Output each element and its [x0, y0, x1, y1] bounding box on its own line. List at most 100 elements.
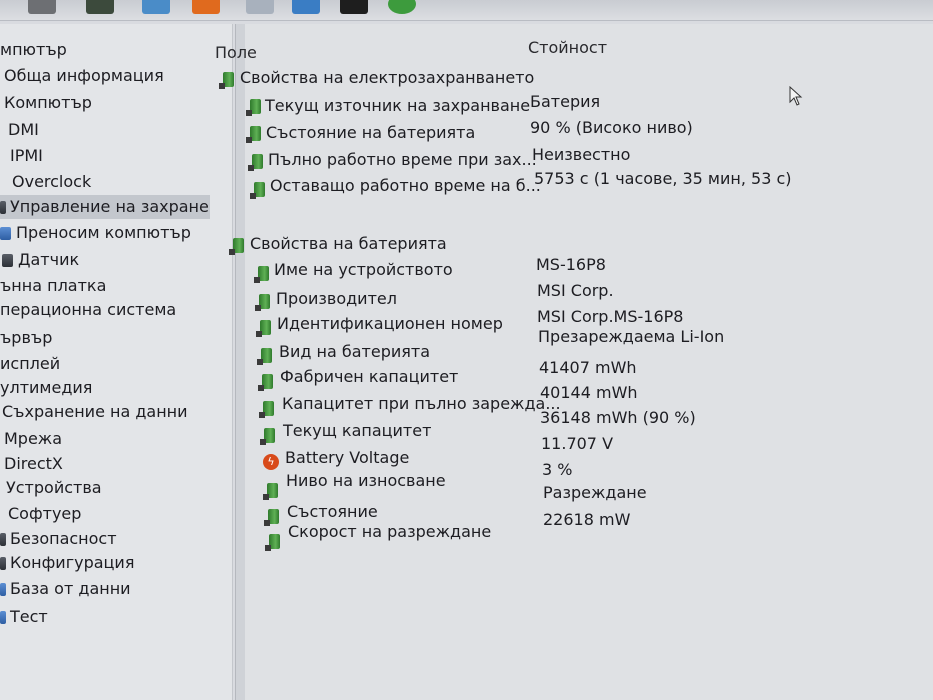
sidebar-item[interactable]: Компютър — [4, 91, 92, 115]
sidebar-item[interactable]: Софтуер — [8, 502, 81, 526]
field-label[interactable]: Оставащо работно време на б... — [270, 176, 541, 195]
toolbar-icon[interactable] — [192, 0, 220, 14]
battery-icon — [229, 238, 244, 255]
power-icon — [0, 201, 6, 214]
sidebar-item[interactable]: Конфигурация — [0, 551, 134, 575]
field-value: 11.707 V — [541, 434, 614, 453]
field-value: 3 % — [542, 460, 573, 479]
database-icon — [0, 583, 6, 596]
field-value: 40144 mWh — [540, 383, 638, 402]
column-header-value[interactable]: Стойност — [528, 38, 607, 57]
sidebar-item[interactable]: Преносим компютър — [0, 221, 191, 245]
voltage-icon: ϟ — [263, 454, 279, 470]
field-label[interactable]: Капацитет при пълно зарежда... — [282, 394, 561, 413]
toolbar — [0, 0, 933, 21]
column-header-field[interactable]: Поле — [215, 43, 257, 62]
sidebar-item[interactable]: DMI — [8, 118, 39, 142]
sidebar-item-label: База от данни — [10, 579, 131, 598]
security-icon — [0, 533, 6, 546]
sidebar-item-label: перационна система — [0, 300, 177, 319]
battery-icon — [246, 126, 261, 143]
battery-icon — [246, 99, 261, 116]
field-label[interactable]: Текущ капацитет — [283, 421, 431, 440]
battery-icon — [256, 320, 271, 337]
sidebar-item-label: Компютър — [4, 93, 92, 112]
sidebar-item[interactable]: Съхранение на данни — [2, 400, 188, 424]
sidebar-item[interactable]: ървър — [0, 326, 52, 350]
field-value: Неизвестно — [532, 145, 631, 164]
toolbar-icon[interactable] — [292, 0, 320, 14]
battery-icon — [250, 182, 265, 199]
field-label[interactable]: Състояние на батерията — [266, 123, 475, 142]
sidebar-item-label: Датчик — [18, 250, 80, 269]
field-label[interactable]: Име на устройството — [274, 260, 453, 279]
toolbar-icon[interactable] — [388, 0, 416, 14]
battery-icon — [264, 509, 279, 526]
toolbar-icon[interactable] — [142, 0, 170, 14]
battery-icon — [265, 534, 280, 551]
sidebar-item-label: DirectX — [4, 454, 63, 473]
sidebar-item-label: ървър — [0, 328, 53, 347]
sensor-icon — [2, 254, 13, 267]
field-label[interactable]: Скорост на разреждане — [288, 522, 491, 541]
test-icon — [0, 611, 6, 624]
sidebar-item-label: Обща информация — [4, 66, 164, 85]
toolbar-icon[interactable] — [86, 0, 114, 14]
sidebar-item-label: Софтуер — [8, 504, 82, 523]
toolbar-icon[interactable] — [340, 0, 368, 14]
sidebar-item[interactable]: ултимедия — [0, 376, 92, 400]
sidebar-tree: мпютър Обща информация Компютър DMI IPMI… — [0, 24, 233, 700]
sidebar-item-label: Overclock — [12, 172, 92, 191]
sidebar-item-label: ънна платка — [0, 276, 107, 295]
sidebar-item[interactable]: Безопасност — [0, 527, 117, 551]
section-title-battery: Свойства на батерията — [250, 234, 447, 253]
field-value: Презареждаема Li-Ion — [538, 327, 725, 346]
battery-icon — [255, 294, 270, 311]
field-label[interactable]: Ниво на износване — [286, 471, 446, 490]
section-title-power: Свойства на електрозахранването — [240, 68, 535, 87]
sidebar-item[interactable]: Тест — [0, 605, 48, 629]
sidebar-item[interactable]: Мрежа — [4, 427, 62, 451]
sidebar-item-label: DMI — [8, 120, 39, 139]
sidebar-item[interactable]: Overclock — [12, 170, 91, 194]
sidebar-item[interactable]: исплей — [0, 352, 60, 376]
field-label[interactable]: Battery Voltage — [285, 448, 409, 467]
toolbar-icon[interactable] — [246, 0, 274, 14]
sidebar-item-label: Управление на захране — [10, 197, 209, 216]
config-icon — [0, 557, 6, 570]
field-label[interactable]: Фабричен капацитет — [280, 367, 458, 386]
sidebar-item-label: Мрежа — [4, 429, 63, 448]
sidebar-item[interactable]: Датчик — [2, 248, 79, 272]
sidebar-item[interactable]: Обща информация — [4, 64, 164, 88]
field-label[interactable]: Пълно работно време при зах... — [268, 150, 537, 169]
field-label[interactable]: Вид на батерията — [279, 342, 430, 361]
field-value: 36148 mWh (90 %) — [540, 408, 696, 427]
sidebar-item[interactable]: IPMI — [10, 144, 43, 168]
sidebar-item[interactable]: Устройства — [6, 476, 102, 500]
sidebar-item[interactable]: перационна система — [0, 298, 176, 322]
sidebar-item-label: Устройства — [6, 478, 102, 497]
field-label[interactable]: Текущ източник на захранване — [265, 96, 530, 115]
battery-icon — [254, 266, 269, 283]
field-label[interactable]: Производител — [276, 289, 397, 308]
field-label[interactable]: Състояние — [287, 502, 378, 521]
battery-icon — [263, 483, 278, 500]
field-value: Разреждане — [543, 483, 647, 502]
sidebar-item-label: ултимедия — [0, 378, 93, 397]
sidebar-item[interactable]: DirectX — [4, 452, 63, 476]
sidebar-item[interactable]: мпютър — [0, 38, 67, 62]
laptop-icon — [0, 227, 11, 240]
toolbar-icon[interactable] — [28, 0, 56, 14]
sidebar-item-label: Съхранение на данни — [2, 402, 188, 421]
sidebar-item-power-management[interactable]: Управление на захране — [0, 195, 210, 219]
field-label[interactable]: Идентификационен номер — [277, 314, 503, 333]
field-value: MSI Corp. — [537, 281, 614, 300]
battery-icon — [258, 374, 273, 391]
field-value: MSI Corp.MS-16P8 — [537, 307, 684, 326]
sidebar-item[interactable]: База от данни — [0, 577, 131, 601]
field-value: 22618 mW — [543, 510, 631, 529]
battery-icon — [248, 154, 263, 171]
details-panel: Поле Стойност Свойства на електрозахранв… — [215, 24, 933, 700]
field-value: 5753 с (1 часове, 35 мин, 53 с) — [534, 169, 792, 188]
sidebar-item[interactable]: ънна платка — [0, 274, 106, 298]
